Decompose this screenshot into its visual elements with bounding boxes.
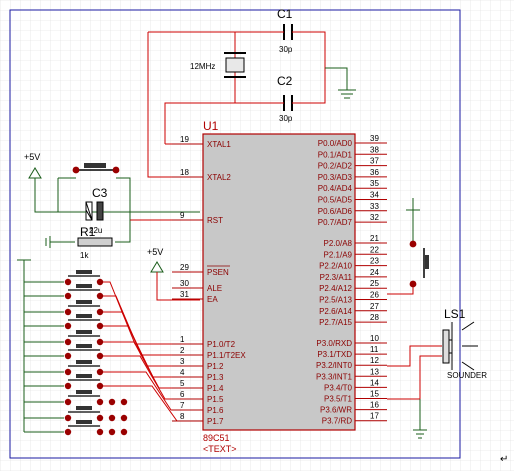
pin-name: ALE — [207, 284, 222, 293]
corner-mark: ↵ — [500, 454, 508, 465]
pin-name: P0.1/AD1 — [318, 150, 353, 159]
pin-number: 21 — [370, 234, 379, 243]
pin-name: P3.0/RXD — [316, 339, 352, 348]
pin-number: 8 — [180, 412, 185, 421]
pin-number: 31 — [180, 290, 189, 299]
pin-name: P0.5/AD5 — [318, 196, 353, 205]
pin-name: PSEN — [207, 268, 229, 277]
pin-number: 1 — [180, 335, 185, 344]
pin-number: 11 — [370, 345, 379, 354]
pin-number: 12 — [370, 356, 379, 365]
c3-ref-label: C3 — [92, 186, 108, 200]
pin-number: 25 — [370, 279, 379, 288]
pin-name: P3.1/TXD — [317, 350, 352, 359]
pin-name: P0.2/AD2 — [318, 162, 353, 171]
pin-name: P0.3/AD3 — [318, 173, 353, 182]
pin-number: 14 — [370, 378, 379, 387]
pin-name: P2.2/A10 — [319, 262, 352, 271]
crystal-value-label: 12MHz — [190, 62, 215, 71]
pin-name: P2.4/A12 — [319, 284, 352, 293]
pin-name: XTAL1 — [207, 140, 231, 149]
pin-number: 37 — [370, 157, 379, 166]
pin-number: 17 — [370, 412, 379, 421]
pin-number: 30 — [180, 279, 189, 288]
pin-number: 7 — [180, 401, 185, 410]
pin-number: 6 — [180, 390, 185, 399]
c1-ref-label: C1 — [277, 7, 293, 21]
pin-number: 32 — [370, 213, 379, 222]
pin-number: 26 — [370, 291, 379, 300]
pin-number: 36 — [370, 168, 379, 177]
pin-number: 38 — [370, 145, 379, 154]
pin-name: P3.3/INT1 — [316, 372, 353, 381]
pin-name: P0.0/AD0 — [318, 139, 353, 148]
pin-name: P3.7/RD — [322, 417, 352, 426]
pin-name: P1.1/T2EX — [207, 351, 246, 360]
c1-value-label: 30p — [279, 45, 293, 54]
pin-number: 22 — [370, 245, 379, 254]
pin-name: P2.6/A14 — [319, 307, 352, 316]
vcc-label-ea: +5V — [147, 247, 163, 257]
u1-part-label: 89C51 — [203, 433, 230, 443]
pin-name: XTAL2 — [207, 173, 231, 182]
pin-name: P0.6/AD6 — [318, 207, 353, 216]
pin-name: P1.0/T2 — [207, 340, 236, 349]
pin-name: EA — [207, 295, 218, 304]
pin-number: 13 — [370, 367, 379, 376]
ls1-ref-label: LS1 — [444, 307, 466, 321]
pin-name: P2.0/A8 — [324, 239, 353, 248]
pin-name: P1.4 — [207, 384, 224, 393]
pin-number: 2 — [180, 346, 185, 355]
pin-number: 3 — [180, 357, 185, 366]
pin-number: 35 — [370, 179, 379, 188]
pin-name: P0.7/AD7 — [318, 218, 353, 227]
u1-ref-label: U1 — [203, 119, 219, 133]
pin-name: P1.7 — [207, 417, 224, 426]
pin-name: P1.3 — [207, 373, 224, 382]
u1-text-label: <TEXT> — [203, 444, 237, 454]
pin-name: P2.7/A15 — [319, 318, 352, 327]
c2-ref-label: C2 — [277, 74, 293, 88]
pin-name: P2.3/A11 — [320, 273, 353, 282]
pin-number: 19 — [180, 135, 189, 144]
schematic-diagram: C1 30p C2 30p 12MHz +5V C3 22u R1 1k +5V… — [0, 0, 514, 471]
pin-name: P1.2 — [207, 362, 224, 371]
pin-number: 34 — [370, 191, 379, 200]
pin-name: P3.5/T1 — [324, 395, 353, 404]
r1-value-label: 1k — [80, 251, 89, 260]
pin-number: 29 — [180, 263, 189, 272]
r1-ref-label: R1 — [80, 225, 96, 239]
c2-value-label: 30p — [279, 114, 293, 123]
vcc-label-reset: +5V — [24, 152, 40, 162]
pin-number: 27 — [370, 302, 379, 311]
pin-name: P2.5/A13 — [319, 296, 352, 305]
resistor-r1 — [77, 237, 113, 247]
pin-number: 39 — [370, 134, 379, 143]
pin-number: 24 — [370, 268, 379, 277]
pin-name: P3.4/T0 — [324, 383, 353, 392]
schematic-canvas: C1 30p C2 30p 12MHz +5V C3 22u R1 1k +5V… — [0, 0, 514, 471]
pin-name: P1.6 — [207, 406, 224, 415]
pin-number: 28 — [370, 313, 379, 322]
pin-number: 15 — [370, 390, 379, 399]
pin-name: RST — [207, 216, 223, 225]
pin-number: 10 — [370, 334, 379, 343]
pin-number: 4 — [180, 368, 185, 377]
pin-name: P2.1/A9 — [324, 250, 353, 259]
pin-name: P3.6/WR — [320, 406, 352, 415]
pin-number: 18 — [180, 168, 189, 177]
pin-name: P1.5 — [207, 395, 224, 404]
pin-number: 9 — [180, 211, 185, 220]
pin-name: P3.2/INT0 — [316, 361, 353, 370]
ls1-part-label: SOUNDER — [447, 371, 487, 380]
pin-name: P0.4/AD4 — [318, 184, 353, 193]
pin-number: 16 — [370, 401, 379, 410]
pin-number: 5 — [180, 379, 185, 388]
pin-number: 33 — [370, 202, 379, 211]
pin-number: 23 — [370, 257, 379, 266]
